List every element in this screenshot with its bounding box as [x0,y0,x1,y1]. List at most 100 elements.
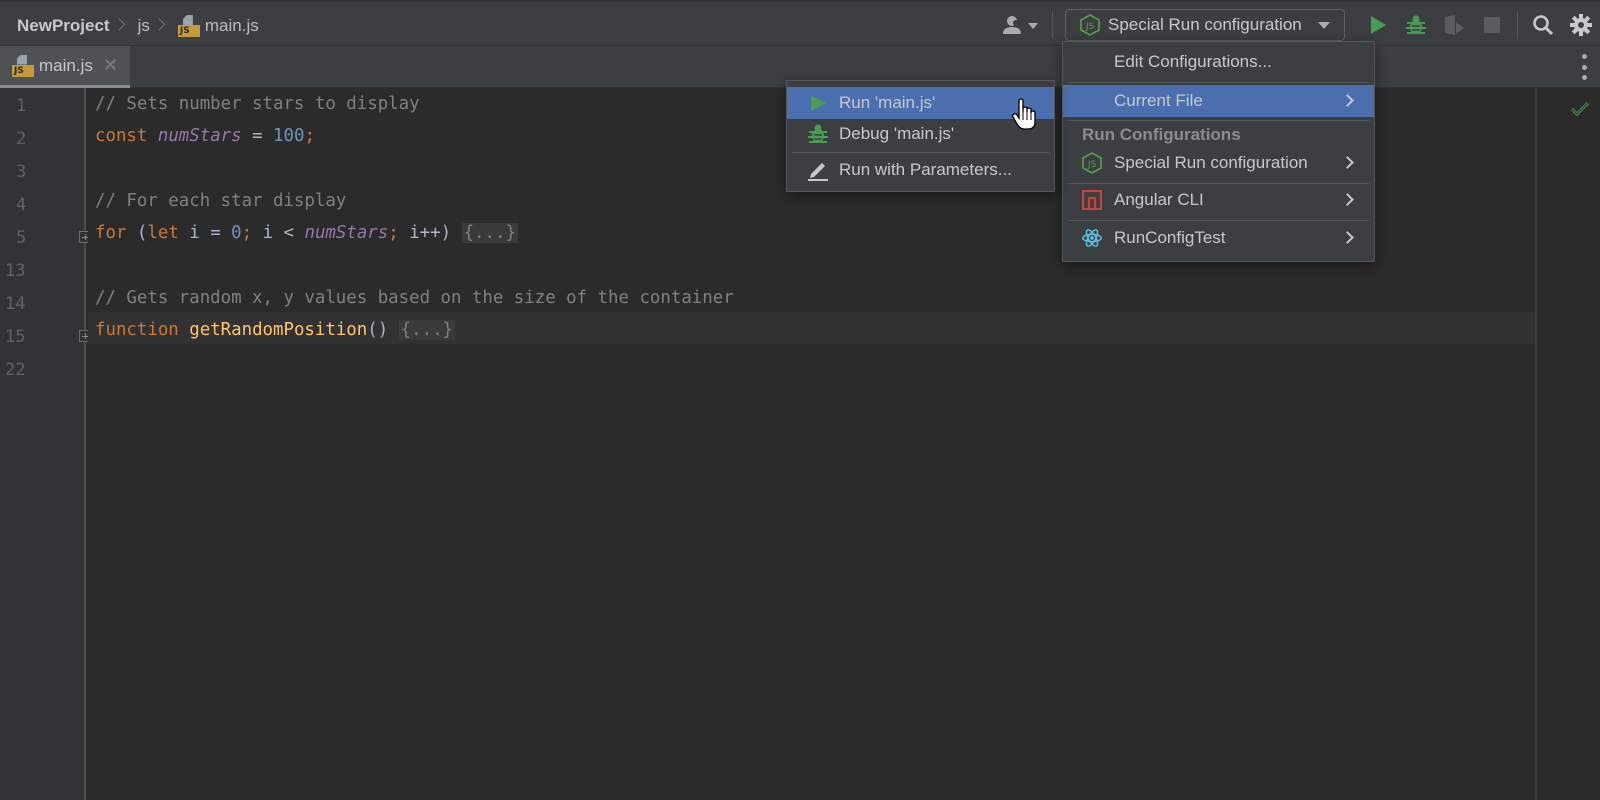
toolbar-divider [1517,11,1518,39]
js-file-icon: JS [177,15,200,37]
tab-main-js[interactable]: JS main.js ✕ [0,46,130,88]
more-options-button[interactable] [1580,54,1588,80]
chevron-down-icon [1318,21,1330,29]
error-stripe [1537,88,1600,800]
line-number: 13 [5,261,26,281]
svg-text:JS: JS [1087,160,1097,170]
code-token: 100 [273,126,305,146]
nodejs-icon: JS [1080,14,1100,36]
code-token: let [147,223,179,243]
code-token: ; [304,126,315,146]
user-vcs-icon [1003,16,1038,34]
tab-label: main.js [39,55,93,75]
menu-item-edit-configurations[interactable]: Edit Configurations... [1063,46,1374,78]
code-line: const numStars = 100; [95,120,315,152]
main-toolbar: JS Special Run configuration [998,8,1600,42]
search-icon [1533,15,1554,36]
line-number: 5 [16,228,27,248]
code-line: // Sets number stars to display [95,88,420,120]
debug-button[interactable] [1397,9,1435,41]
settings-button[interactable] [1562,9,1600,41]
code-token: i = [178,223,232,243]
line-number: 4 [16,195,27,215]
code-token: () [367,320,399,340]
menu-item-current-file[interactable]: Current File [1063,85,1374,117]
breadcrumb-folder[interactable]: js [138,16,150,36]
code-token: // For each star display [95,191,347,211]
code-token: const [95,126,148,146]
folded-code-placeholder[interactable]: {...} [398,320,456,340]
code-token: ( [126,223,148,243]
run-configuration-label: Special Run configuration [1108,15,1302,34]
coverage-icon [1445,15,1464,35]
line-number: 15 [5,327,26,347]
code-line: function getRandomPosition() {...} [95,314,456,346]
angular-icon [1082,190,1102,210]
toolbar-divider [1052,11,1053,39]
vcs-user-button[interactable] [998,10,1042,40]
code-token: 0 [231,223,242,243]
code-token: i < [252,223,305,243]
line-number: 3 [16,162,27,182]
bug-icon [808,124,828,143]
menu-separator [1068,220,1369,221]
chevron-right-icon [1341,156,1354,169]
navigation-bar: NewProject js JS main.js JS Special Run … [0,0,1600,46]
menu-separator [1068,82,1369,83]
code-token: for [95,223,127,243]
code-token: numStars [157,126,242,146]
nodejs-icon: JS [1082,152,1102,174]
line-number: 14 [5,294,26,314]
svg-text:JS: JS [1085,22,1095,32]
menu-item-runconfigtest[interactable]: RunConfigTest [1063,222,1374,254]
code-line: // For each star display [95,185,346,217]
run-button[interactable] [1359,9,1397,41]
menu-item-run-with-parameters[interactable]: Run with Parameters... [787,154,1054,186]
run-configurations-menu: Edit Configurations... Current File Run … [1062,41,1375,262]
chevron-right-icon [1341,193,1354,206]
gear-icon [1570,14,1592,36]
code-line: // Gets random x, y values based on the … [95,282,734,314]
menu-item-angular-cli[interactable]: Angular CLI [1063,184,1374,216]
breadcrumb-separator [119,15,129,37]
chevron-right-icon [1341,231,1354,244]
menu-separator [792,152,1049,153]
folded-code-placeholder[interactable]: {...} [461,223,518,243]
breadcrumb: NewProject js JS main.js [17,14,259,38]
code-token: getRandomPosition [189,320,368,340]
code-token: = [241,126,274,146]
play-icon [1371,16,1386,34]
hand-cursor-icon [1012,98,1036,130]
check-icon[interactable] [1570,100,1590,116]
line-number: 1 [16,96,27,116]
code-token: numStars [304,223,389,243]
js-file-icon: JS [12,54,34,77]
current-file-submenu: Run 'main.js' Debug 'main.js' Run with P… [786,80,1055,192]
play-icon [811,95,826,111]
run-configuration-selector[interactable]: JS Special Run configuration [1065,9,1345,41]
close-icon[interactable]: ✕ [103,55,118,76]
pencil-icon [808,163,828,181]
breadcrumb-file[interactable]: main.js [205,16,259,36]
breadcrumb-project[interactable]: NewProject [17,16,110,36]
stop-icon [1484,17,1500,33]
menu-section-header: Run Configurations [1082,125,1241,144]
menu-item-special-run-configuration[interactable]: JS Special Run configuration [1063,147,1374,179]
code-line: for (let i = 0; i < numStars; i++) {...} [95,217,518,249]
search-button[interactable] [1524,9,1562,41]
code-token: // Gets random x, y values based on the … [95,288,734,308]
line-number: 22 [5,360,26,380]
menu-separator [1068,120,1369,121]
chevron-right-icon [1341,94,1354,107]
stop-button[interactable] [1473,9,1511,41]
bug-icon [1406,15,1426,34]
editor-gutter: 1 2 3 4 5 13 14 15 22 [0,88,91,800]
code-token: ; [241,223,253,243]
react-icon [1082,229,1102,247]
code-token: // Sets number stars to display [95,94,420,114]
coverage-button[interactable] [1435,9,1473,41]
breadcrumb-separator [159,15,169,37]
code-token: i++) [398,223,462,243]
